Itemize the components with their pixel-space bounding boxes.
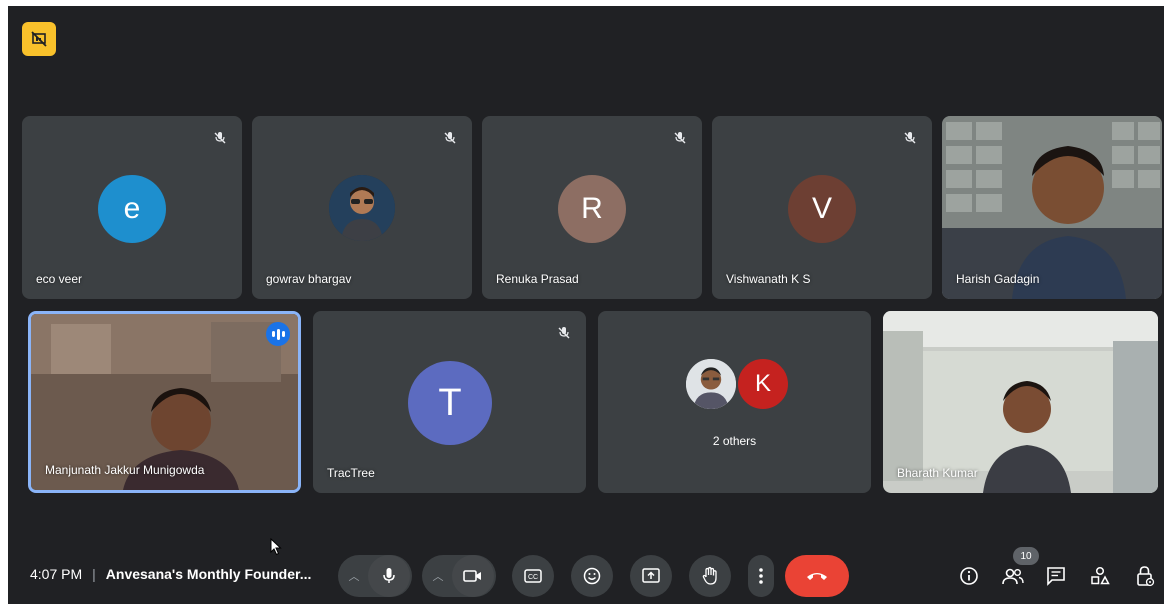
emoji-button[interactable]: [571, 555, 613, 597]
people-button[interactable]: [1001, 564, 1025, 588]
participant-tile-harish-gadagin[interactable]: Harish Gadagin: [942, 116, 1162, 299]
raise-hand-button[interactable]: [689, 555, 731, 597]
camera-options-button[interactable]: ︿: [424, 555, 452, 597]
meeting-title[interactable]: Anvesana's Monthly Founder...: [106, 566, 312, 582]
divider: |: [92, 566, 96, 582]
clock-time: 4:07 PM: [30, 566, 83, 582]
presentation-off-badge[interactable]: [22, 22, 56, 56]
mic-icon: [383, 568, 395, 583]
others-label: 2 others: [712, 434, 757, 448]
people-count-badge: 10: [1013, 547, 1039, 565]
participant-name: Manjunath Jakkur Munigowda: [45, 463, 205, 477]
participant-tile-bharath-kumar[interactable]: Bharath Kumar: [883, 311, 1158, 493]
present-button[interactable]: [630, 555, 672, 597]
participant-tile-manjunath-jakkur-munigowda[interactable]: Manjunath Jakkur Munigowda: [28, 311, 301, 493]
avatar: K: [736, 357, 790, 411]
activities-button[interactable]: [1088, 564, 1112, 588]
speaking-indicator-icon: [266, 322, 290, 346]
end-call-button[interactable]: [785, 555, 849, 597]
bottom-control-bar: 4:07 PM | Anvesana's Monthly Founder... …: [8, 547, 1164, 602]
mic-off-icon: [210, 128, 230, 148]
avatar-photo: [329, 175, 395, 241]
participant-name: Vishwanath K S: [726, 272, 811, 286]
info-icon: [960, 567, 978, 585]
chevron-up-icon: ︿: [348, 571, 360, 583]
avatar: T: [408, 361, 492, 445]
mic-off-icon: [670, 128, 690, 148]
participant-name: gowrav bhargav: [266, 272, 352, 286]
participant-tile-others[interactable]: K 2 others: [598, 311, 871, 493]
mic-off-icon: [554, 323, 574, 343]
chevron-up-icon: ︿: [432, 571, 444, 583]
raise-hand-icon: [702, 566, 717, 585]
camera-button[interactable]: [452, 555, 494, 597]
present-icon: [642, 568, 660, 583]
mic-off-icon: [900, 128, 920, 148]
participant-name: Bharath Kumar: [897, 466, 978, 480]
people-icon: [1002, 568, 1024, 585]
chat-icon: [1047, 567, 1065, 586]
emoji-icon: [583, 567, 601, 585]
camera-control-group: ︿: [422, 555, 496, 597]
avatar: R: [558, 175, 626, 243]
captions-icon: CC: [524, 569, 542, 583]
participant-tile-gowrav-bhargav[interactable]: gowrav bhargav: [252, 116, 472, 299]
meet-stage: e eco veer gowrav bhargav R Renuka Prasa…: [8, 6, 1164, 604]
mic-off-icon: [440, 128, 460, 148]
more-vert-icon: [759, 568, 763, 584]
activities-icon: [1091, 566, 1110, 585]
participant-tile-vishwanath-ks[interactable]: V Vishwanath K S: [712, 116, 932, 299]
mic-options-button[interactable]: ︿: [340, 555, 368, 597]
svg-text:CC: CC: [528, 574, 538, 581]
host-controls-icon: [1137, 566, 1155, 587]
avatar: V: [788, 175, 856, 243]
camera-icon: [463, 570, 481, 582]
avatar-photo: [684, 357, 738, 411]
participant-name: Harish Gadagin: [956, 272, 1040, 286]
participant-tile-tractree[interactable]: T TracTree: [313, 311, 586, 493]
captions-button[interactable]: CC: [512, 555, 554, 597]
participant-tile-renuka-prasad[interactable]: R Renuka Prasad: [482, 116, 702, 299]
mic-button[interactable]: [368, 555, 410, 597]
meeting-details: 4:07 PM | Anvesana's Monthly Founder...: [30, 566, 311, 582]
meeting-info-button[interactable]: [957, 564, 981, 588]
avatar: e: [98, 175, 166, 243]
host-controls-button[interactable]: [1133, 564, 1157, 588]
participant-tile-eco-veer[interactable]: e eco veer: [22, 116, 242, 299]
participant-name: eco veer: [36, 272, 83, 286]
more-options-button[interactable]: [748, 555, 774, 597]
mic-control-group: ︿: [338, 555, 412, 597]
chat-button[interactable]: [1044, 564, 1068, 588]
participant-name: TracTree: [327, 466, 375, 480]
end-call-icon: [807, 573, 827, 580]
presentation-off-icon: [31, 31, 47, 47]
participant-name: Renuka Prasad: [496, 272, 579, 286]
